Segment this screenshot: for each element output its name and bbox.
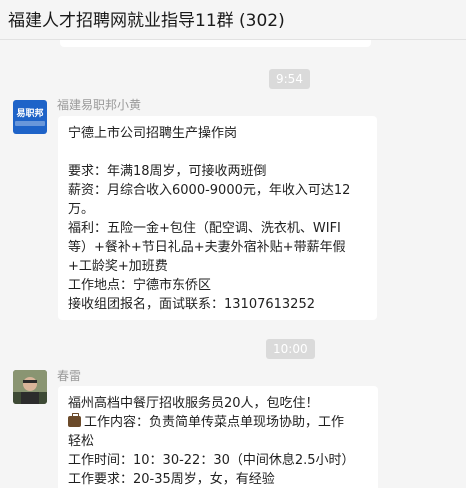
message-line: 要求：年满18周岁，可接收两班倒: [68, 164, 267, 179]
sender-name[interactable]: 福建易职邦小黄: [57, 96, 141, 113]
chat-header: 福建人才招聘网就业指导11群 (302): [0, 0, 466, 40]
message-line-with-icon: 工作内容：负责简单传菜点单现场协助，工作: [68, 413, 368, 432]
message-bubble[interactable]: 福州高档中餐厅招收服务员20人，包吃住！ 工作内容：负责简单传菜点单现场协助，工…: [58, 386, 378, 488]
chat-body[interactable]: 9:54 易职邦 福建易职邦小黄 宁德上市公司招聘生产操作岗 要求：年满18周岁…: [0, 40, 466, 488]
message-line: 宁德上市公司招聘生产操作岗: [68, 126, 238, 141]
avatar-logo-text: 易职邦: [16, 109, 44, 119]
message-line: 福州高档中餐厅招收服务员20人，包吃住！: [68, 396, 319, 411]
timestamp: 9:54: [269, 69, 310, 89]
avatar[interactable]: [13, 370, 47, 404]
message-line: 薪资：月综合收入6000-9000元，年收入可达12: [68, 183, 351, 198]
avatar[interactable]: 易职邦: [13, 100, 47, 134]
timestamp: 10:00: [266, 339, 315, 359]
message-line: 接收组团报名，面试联系：13107613252: [68, 297, 315, 312]
message-line: 工作内容：负责简单传菜点单现场协助，工作: [84, 415, 345, 430]
message-line: +工龄奖+加班费: [68, 259, 168, 274]
sender-name[interactable]: 春雷: [57, 367, 81, 384]
message-line: 福利：五险一金+包住（配空调、洗衣机、WIFI: [68, 221, 341, 236]
previous-message-bubble[interactable]: [60, 40, 371, 47]
briefcase-icon: [68, 413, 81, 427]
message-line: 工作要求：20-35周岁，女，有经验: [68, 472, 275, 487]
message-line: 万。: [68, 202, 95, 217]
message-line: 轻松: [68, 434, 95, 449]
message-bubble[interactable]: 宁德上市公司招聘生产操作岗 要求：年满18周岁，可接收两班倒 薪资：月综合收入6…: [58, 116, 377, 320]
message-line: 工作时间：10：30-22：30（中间休息2.5小时）: [68, 453, 355, 468]
avatar-logo-bar: [15, 121, 45, 126]
message-line: 工作地点：宁德市东侨区: [68, 278, 212, 293]
avatar-photo-icon: [13, 370, 47, 404]
chat-title: 福建人才招聘网就业指导11群 (302): [8, 11, 285, 31]
message-line: 等）+餐补+节日礼品+夫妻外宿补贴+带薪年假: [68, 240, 346, 255]
